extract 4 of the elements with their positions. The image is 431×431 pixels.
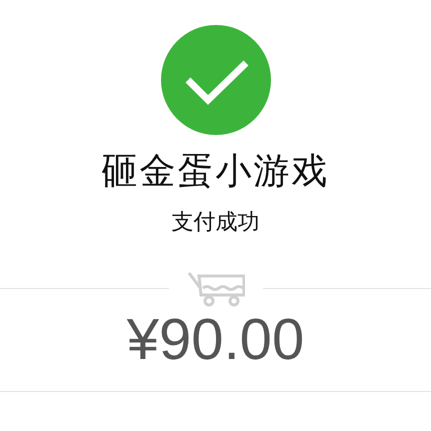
cart-icon — [186, 271, 244, 307]
merchant-name: 砸金蛋小游戏 — [102, 150, 330, 194]
payment-amount: ¥90.00 — [126, 307, 304, 373]
status-message: 支付成功 — [172, 209, 260, 237]
